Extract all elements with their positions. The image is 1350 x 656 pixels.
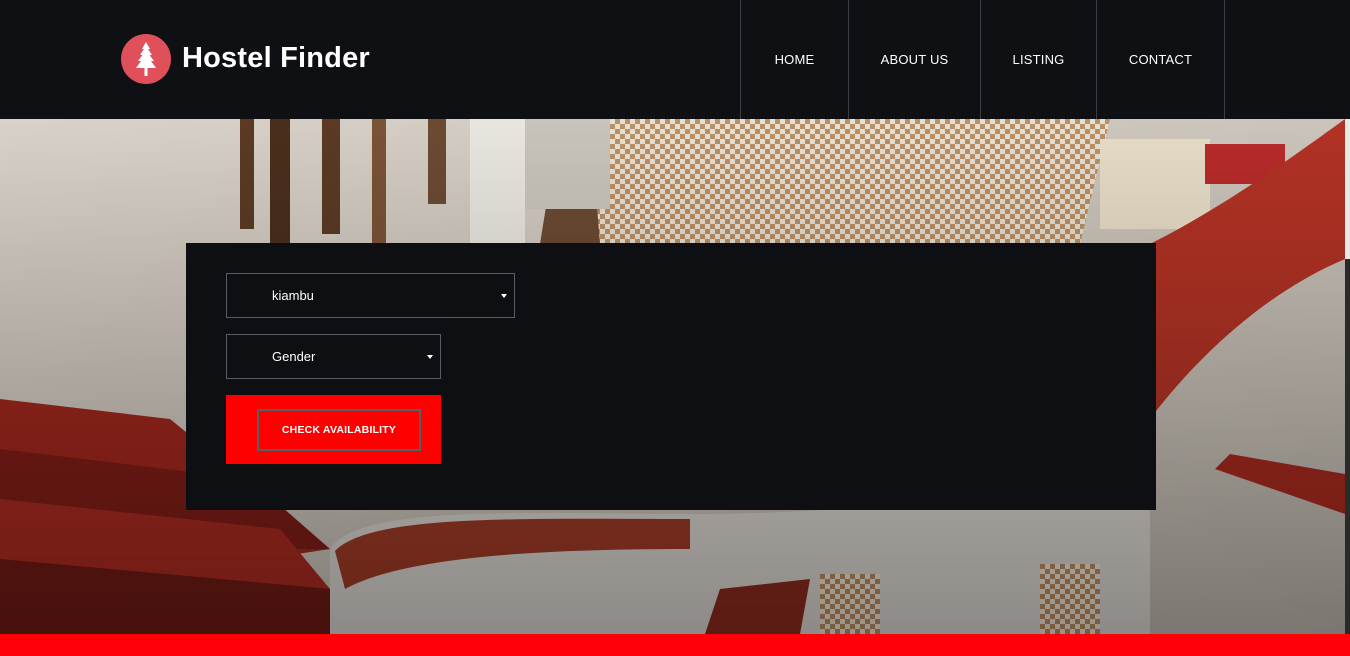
nav-item-home[interactable]: HOME — [741, 0, 849, 119]
location-select-value: kiambu — [272, 288, 314, 303]
brand[interactable]: Hostel Finder — [121, 33, 370, 84]
gender-select-value: Gender — [272, 349, 316, 364]
gender-select[interactable]: Gender — [226, 334, 441, 379]
brand-name: Hostel Finder — [182, 42, 370, 74]
search-panel: kiambu Gender CHECK AVAILABILITY — [186, 243, 1156, 510]
site-header: Hostel Finder HOME ABOUT US LISTING CONT… — [0, 0, 1350, 119]
check-availability-button[interactable]: CHECK AVAILABILITY — [257, 409, 421, 451]
pine-tree-icon — [121, 33, 171, 84]
page-scrollbar[interactable] — [1345, 119, 1350, 634]
check-availability-container: CHECK AVAILABILITY — [226, 395, 441, 464]
chevron-down-icon — [501, 293, 507, 298]
main-nav: HOME ABOUT US LISTING CONTACT — [740, 0, 1225, 119]
chevron-down-icon — [427, 354, 433, 359]
nav-item-about-us[interactable]: ABOUT US — [849, 0, 981, 119]
location-select[interactable]: kiambu — [226, 273, 515, 318]
scrollbar-thumb[interactable] — [1345, 119, 1350, 259]
page: Hostel Finder HOME ABOUT US LISTING CONT… — [0, 0, 1350, 656]
nav-item-contact[interactable]: CONTACT — [1097, 0, 1225, 119]
nav-item-listing[interactable]: LISTING — [981, 0, 1097, 119]
footer-accent-bar — [0, 634, 1350, 656]
